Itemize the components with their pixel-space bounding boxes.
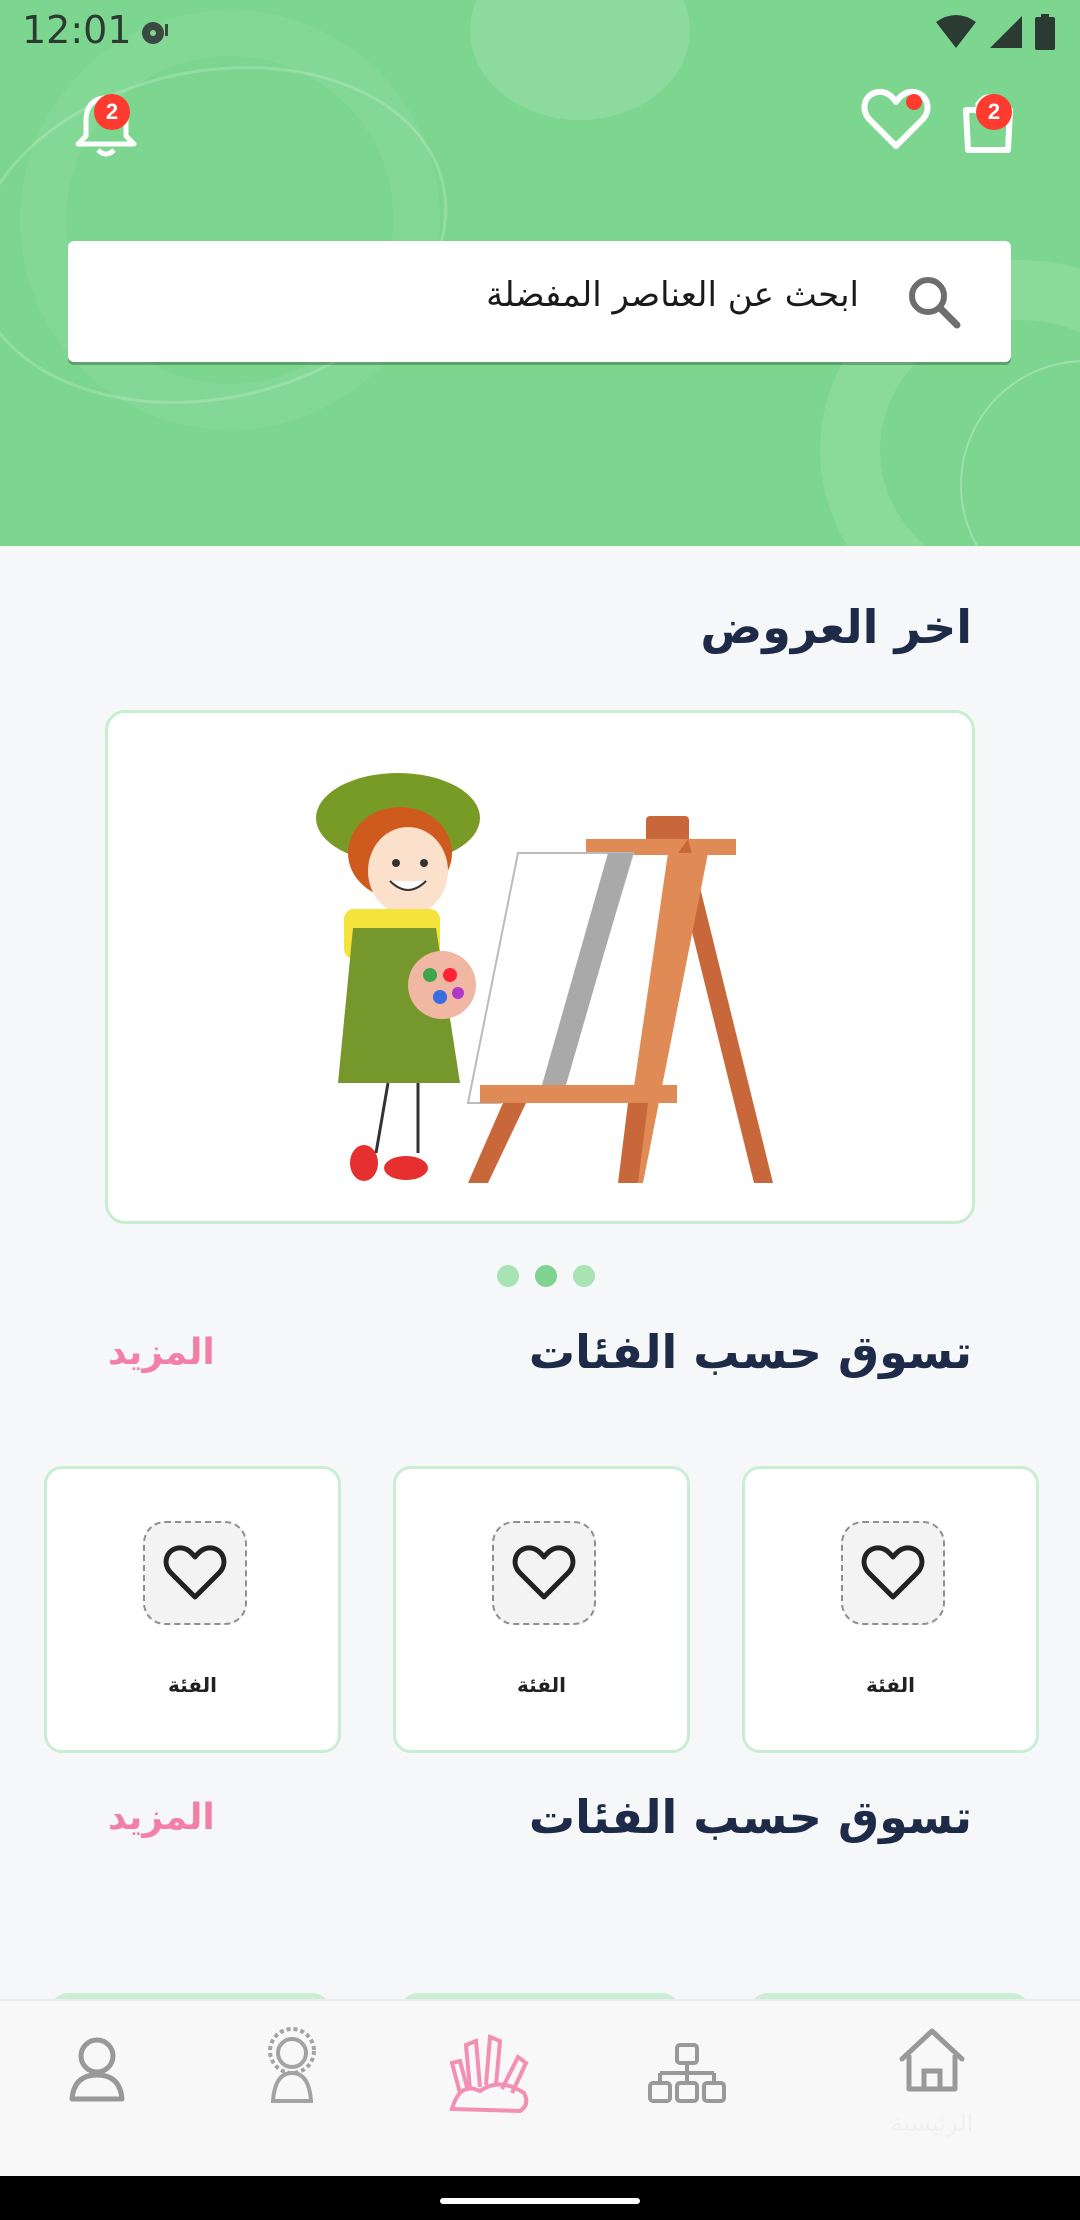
notifications-button[interactable]: 2: [66, 86, 146, 166]
media-status-icon: [142, 22, 168, 44]
girl-illustration: [316, 773, 480, 1181]
categories-more-link[interactable]: المزيد: [108, 1797, 215, 1838]
offers-title: اخر العروض: [700, 600, 972, 654]
search-placeholder: ابحث عن العناصر المفضلة: [486, 275, 859, 315]
header: 12:01 2 2 ابحث عن العناصر المفضلة: [0, 0, 1080, 546]
search-icon[interactable]: [905, 273, 963, 331]
home-gesture-bar[interactable]: [440, 2198, 640, 2204]
bottom-navigation: الرئيسية: [0, 1999, 1080, 2176]
easel-illustration: [466, 816, 773, 1183]
battery-icon: [1035, 14, 1055, 50]
categories-title: تسوق حسب الفئات: [528, 1790, 972, 1844]
category-card[interactable]: الفئة: [44, 1466, 341, 1753]
favorites-indicator-dot: [906, 94, 922, 110]
sitemap-icon: [648, 2043, 726, 2103]
favorites-button[interactable]: [856, 80, 936, 160]
carousel-dot[interactable]: [497, 1265, 519, 1287]
nav-home[interactable]: الرئيسية: [872, 2001, 992, 2178]
heart-icon: [492, 1521, 596, 1625]
categories-title: تسوق حسب الفئات: [528, 1325, 972, 1379]
status-bar: 12:01: [0, 0, 1080, 66]
cart-badge: 2: [976, 94, 1012, 130]
heart-icon: [841, 1521, 945, 1625]
home-icon: [899, 2028, 965, 2092]
status-time: 12:01: [22, 8, 132, 52]
category-label: الفئة: [167, 1673, 218, 1697]
nav-home-label: الرئيسية: [890, 2109, 974, 2137]
nav-kids[interactable]: [235, 2001, 350, 2178]
wifi-icon: [936, 15, 976, 48]
cellular-signal-icon: [990, 16, 1022, 48]
nav-categories[interactable]: [630, 2001, 745, 2178]
crafts-icon: [449, 2034, 529, 2114]
cart-button[interactable]: 2: [948, 84, 1028, 164]
heart-icon: [143, 1521, 247, 1625]
painter-girl-illustration: [316, 773, 773, 1183]
categories-more-link[interactable]: المزيد: [108, 1332, 215, 1373]
nav-crafts[interactable]: [430, 2001, 545, 2178]
nav-profile[interactable]: [40, 2001, 155, 2178]
carousel-dot-active[interactable]: [535, 1265, 557, 1287]
category-card[interactable]: الفئة: [742, 1466, 1039, 1753]
carousel-indicators: [497, 1265, 595, 1287]
heart-outline-icon: [861, 88, 931, 149]
category-label: الفئة: [516, 1673, 567, 1697]
carousel-dot[interactable]: [573, 1265, 595, 1287]
search-input[interactable]: ابحث عن العناصر المفضلة: [68, 241, 1011, 362]
kid-icon: [268, 2027, 316, 2103]
offer-banner[interactable]: [105, 710, 975, 1224]
profile-icon: [69, 2037, 125, 2102]
category-card[interactable]: الفئة: [393, 1466, 690, 1753]
notifications-badge: 2: [94, 94, 130, 130]
system-navigation-bar: [0, 2176, 1080, 2220]
category-label: الفئة: [865, 1673, 916, 1697]
